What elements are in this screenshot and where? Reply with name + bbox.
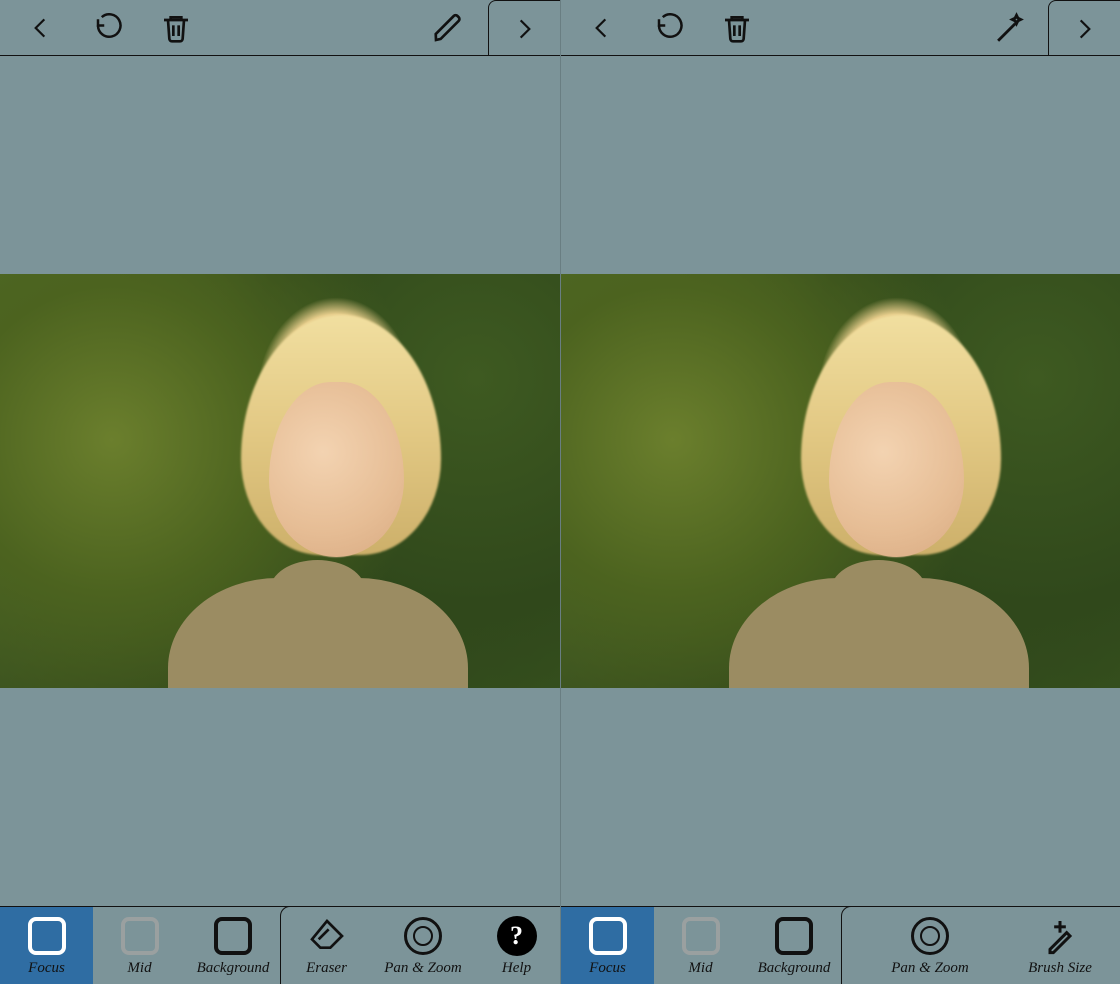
chevron-left-icon — [588, 13, 614, 43]
mode-button[interactable] — [984, 0, 1032, 55]
tool-mid[interactable]: Mid — [93, 907, 186, 984]
delete-button[interactable] — [156, 8, 196, 48]
tool-background[interactable]: Background — [747, 907, 841, 984]
background-swatch-icon — [775, 917, 813, 955]
tool-label: Background — [197, 958, 270, 978]
tool-panzoom[interactable]: Pan & Zoom — [860, 907, 1000, 984]
undo-button[interactable] — [88, 8, 128, 48]
tool-panzoom[interactable]: Pan & Zoom — [373, 907, 473, 984]
tool-group-right: Eraser Pan & Zoom ? Help — [280, 907, 560, 984]
bottom-toolbar: Focus Mid Background Pan & Zoom — [561, 906, 1120, 984]
tool-focus[interactable]: Focus — [0, 907, 93, 984]
tool-help[interactable]: ? Help — [473, 907, 560, 984]
tool-mid[interactable]: Mid — [654, 907, 747, 984]
mid-swatch-icon — [682, 917, 720, 955]
mode-button[interactable] — [424, 0, 472, 55]
tool-label: Pan & Zoom — [384, 958, 462, 978]
next-button[interactable] — [488, 0, 560, 56]
photo-preview — [0, 274, 560, 688]
tool-label: Help — [502, 958, 531, 978]
canvas[interactable] — [561, 56, 1120, 906]
tool-label: Focus — [589, 958, 626, 978]
undo-icon — [91, 13, 125, 43]
chevron-right-icon — [1072, 14, 1098, 44]
editor-pane-right: Focus Mid Background Pan & Zoom — [560, 0, 1120, 984]
tool-label: Brush Size — [1028, 958, 1092, 978]
brush-size-icon — [1040, 916, 1080, 956]
focus-swatch-icon — [589, 917, 627, 955]
editor-pane-left: Focus Mid Background Eraser — [0, 0, 560, 984]
background-swatch-icon — [214, 917, 252, 955]
tool-label: Background — [758, 958, 831, 978]
photo-preview — [561, 274, 1120, 688]
tool-group-right: Pan & Zoom Brush Size — [841, 907, 1120, 984]
tool-brushsize[interactable]: Brush Size — [1000, 907, 1120, 984]
top-toolbar — [561, 0, 1120, 56]
bottom-toolbar: Focus Mid Background Eraser — [0, 906, 560, 984]
trash-icon — [160, 11, 192, 45]
panzoom-icon — [911, 917, 949, 955]
trash-icon — [721, 11, 753, 45]
tool-focus[interactable]: Focus — [561, 907, 654, 984]
delete-button[interactable] — [717, 8, 757, 48]
panzoom-icon — [404, 917, 442, 955]
canvas[interactable] — [0, 56, 560, 906]
mid-swatch-icon — [121, 917, 159, 955]
pencil-icon — [432, 12, 464, 44]
back-button[interactable] — [581, 8, 621, 48]
chevron-left-icon — [27, 13, 53, 43]
undo-button[interactable] — [649, 8, 689, 48]
top-toolbar — [0, 0, 560, 56]
tool-label: Mid — [127, 958, 151, 978]
tool-label: Focus — [28, 958, 65, 978]
focus-swatch-icon — [28, 917, 66, 955]
tool-background[interactable]: Background — [186, 907, 280, 984]
undo-icon — [652, 13, 686, 43]
help-icon: ? — [497, 916, 537, 956]
eraser-icon — [307, 916, 347, 956]
tool-label: Mid — [688, 958, 712, 978]
tool-label: Pan & Zoom — [891, 958, 969, 978]
magic-wand-icon — [991, 11, 1025, 45]
chevron-right-icon — [512, 14, 538, 44]
tool-label: Eraser — [306, 958, 347, 978]
back-button[interactable] — [20, 8, 60, 48]
tool-eraser[interactable]: Eraser — [280, 907, 373, 984]
next-button[interactable] — [1048, 0, 1120, 56]
